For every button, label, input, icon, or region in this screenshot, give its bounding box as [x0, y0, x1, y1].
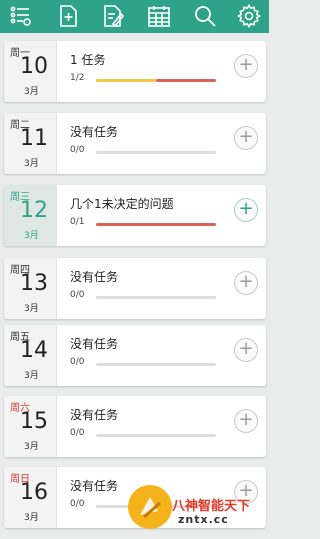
plus-icon: + — [238, 338, 254, 359]
divider — [56, 185, 57, 246]
watermark-url: zntx.cc — [178, 513, 229, 526]
search-icon[interactable] — [193, 4, 217, 28]
task-count: 0/0 — [70, 290, 85, 300]
divider — [56, 258, 57, 319]
task-count: 0/0 — [70, 499, 85, 509]
day-row-friday[interactable]: 周五 14 3月 没有任务 0/0 + — [4, 325, 266, 386]
plus-icon: + — [238, 409, 254, 430]
add-task-button[interactable]: + — [234, 271, 258, 295]
plus-icon: + — [238, 126, 254, 147]
progress-bar — [96, 151, 216, 154]
date-column: 周六 15 3月 — [4, 396, 56, 457]
task-summary: 1 任务 — [70, 53, 106, 67]
day-row-tuesday[interactable]: 周二 11 3月 没有任务 0/0 + — [4, 113, 266, 174]
calendar-icon[interactable] — [147, 4, 171, 28]
task-summary: 几个1未决定的问题 — [70, 197, 174, 211]
day-number: 10 — [20, 54, 48, 79]
day-row-wednesday[interactable]: 周三 12 3月 几个1未决定的问题 0/1 + — [4, 185, 266, 246]
task-count: 0/0 — [70, 428, 85, 438]
watermark: 八神智能天下 zntx.cc — [120, 483, 269, 535]
task-summary: 没有任务 — [70, 125, 119, 139]
edit-document-icon[interactable] — [101, 4, 125, 28]
date-column: 周二 11 3月 — [4, 113, 56, 174]
day-number: 12 — [20, 198, 48, 223]
day-number: 11 — [20, 126, 48, 151]
add-task-button[interactable]: + — [234, 54, 258, 78]
progress-bar — [96, 223, 216, 226]
add-task-button[interactable]: + — [234, 198, 258, 222]
month-label: 3月 — [24, 159, 39, 169]
month-label: 3月 — [24, 371, 39, 381]
task-summary: 没有任务 — [70, 408, 119, 422]
progress-bar — [96, 79, 216, 82]
new-document-icon[interactable] — [56, 4, 80, 28]
add-task-button[interactable]: + — [234, 409, 258, 433]
progress-pending — [96, 223, 216, 226]
task-summary: 没有任务 — [70, 479, 119, 493]
top-toolbar — [0, 0, 269, 33]
day-number: 15 — [20, 409, 48, 434]
month-label: 3月 — [24, 442, 39, 452]
task-count: 0/1 — [70, 217, 85, 227]
progress-bar — [96, 296, 216, 299]
day-number: 14 — [20, 338, 48, 363]
progress-done — [96, 79, 156, 82]
day-number: 13 — [20, 271, 48, 296]
divider — [56, 467, 57, 528]
task-summary: 没有任务 — [70, 337, 119, 351]
month-label: 3月 — [24, 87, 39, 97]
day-row-monday[interactable]: 周一 10 3月 1 任务 1/2 + — [4, 41, 266, 102]
task-count: 0/0 — [70, 357, 85, 367]
progress-bar — [96, 363, 216, 366]
plus-icon: + — [238, 271, 254, 292]
list-settings-icon[interactable] — [9, 4, 33, 28]
task-count: 1/2 — [70, 73, 85, 83]
month-label: 3月 — [24, 513, 39, 523]
day-row-thursday[interactable]: 周四 13 3月 没有任务 0/0 + — [4, 258, 266, 319]
add-task-button[interactable]: + — [234, 126, 258, 150]
task-count: 0/0 — [70, 145, 85, 155]
watermark-title: 八神智能天下 — [172, 499, 251, 514]
date-column: 周三 12 3月 — [4, 185, 56, 246]
progress-bar — [96, 434, 216, 437]
date-column: 周一 10 3月 — [4, 41, 56, 102]
add-task-button[interactable]: + — [234, 338, 258, 362]
date-column: 周五 14 3月 — [4, 325, 56, 386]
day-number: 16 — [20, 480, 48, 505]
date-column: 周四 13 3月 — [4, 258, 56, 319]
task-summary: 没有任务 — [70, 270, 119, 284]
month-label: 3月 — [24, 304, 39, 314]
watermark-logo-icon — [128, 485, 172, 529]
divider — [56, 396, 57, 457]
progress-pending — [156, 79, 216, 82]
gear-icon[interactable] — [237, 4, 261, 28]
divider — [56, 325, 57, 386]
divider — [56, 41, 57, 102]
day-row-saturday[interactable]: 周六 15 3月 没有任务 0/0 + — [4, 396, 266, 457]
month-label: 3月 — [24, 231, 39, 241]
date-column: 周日 16 3月 — [4, 467, 56, 528]
plus-icon: + — [238, 198, 254, 219]
plus-icon: + — [238, 54, 254, 75]
divider — [56, 113, 57, 174]
